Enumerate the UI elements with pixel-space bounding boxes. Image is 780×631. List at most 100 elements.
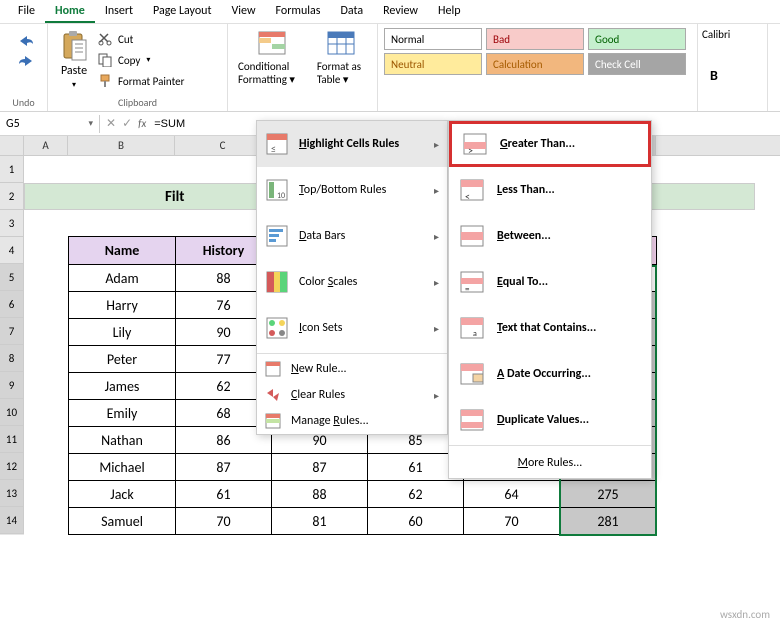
menu-item-new-rule-[interactable]: New Rule...	[257, 356, 447, 382]
submenu-item-greater-than-[interactable]: >Greater Than...	[449, 121, 651, 167]
row-header-10[interactable]: 10	[0, 399, 24, 426]
menu-item-highlight-cells-rules[interactable]: ≤Highlight Cells Rules▸	[257, 121, 447, 167]
style-neutral[interactable]: Neutral	[384, 53, 482, 75]
menu-item-manage-rules-[interactable]: Manage Rules...	[257, 408, 447, 434]
submenu-icon	[459, 408, 485, 432]
style-calculation[interactable]: Calculation	[486, 53, 584, 75]
submenu-item-a-date-occurring-[interactable]: A Date Occurring...	[449, 351, 651, 397]
format-as-table-button[interactable]: Format as Table ▾	[313, 28, 371, 88]
cell-name[interactable]: Emily	[69, 400, 176, 427]
submenu-more-rules[interactable]: More Rules...	[449, 448, 651, 478]
cell-name[interactable]: Lily	[69, 319, 176, 346]
cell-c3[interactable]: 81	[272, 508, 368, 535]
menu-data[interactable]: Data	[330, 0, 373, 23]
cell-c4[interactable]: 60	[368, 508, 464, 535]
menu-view[interactable]: View	[221, 0, 265, 23]
submenu-item-equal-to-[interactable]: =Equal To...	[449, 259, 651, 305]
menu-insert[interactable]: Insert	[95, 0, 143, 23]
row-header-5[interactable]: 5	[0, 264, 24, 291]
redo-button[interactable]	[16, 52, 36, 70]
paste-button[interactable]: Paste ▾	[54, 26, 94, 109]
menu-item-data-bars[interactable]: Data Bars▸	[257, 213, 447, 259]
cell-history[interactable]: 70	[176, 508, 272, 535]
menu-item-icon-sets[interactable]: Icon Sets▸	[257, 305, 447, 351]
cell-c4[interactable]: 62	[368, 481, 464, 508]
fx-icon[interactable]: fx	[138, 117, 146, 130]
svg-text:<: <	[465, 190, 470, 202]
cell-c3[interactable]: 88	[272, 481, 368, 508]
font-name-selector[interactable]: Calibri	[702, 28, 763, 41]
row-header-2[interactable]: 2	[0, 183, 24, 210]
row-header-14[interactable]: 14	[0, 507, 24, 534]
cell-name[interactable]: James	[69, 373, 176, 400]
cell-name[interactable]: Nathan	[69, 427, 176, 454]
menu-item-top-bottom-rules[interactable]: 10Top/Bottom Rules▸	[257, 167, 447, 213]
fx-cancel-icon[interactable]: ✕	[106, 116, 116, 131]
cell-history[interactable]: 61	[176, 481, 272, 508]
table-row: Jack61886264275	[69, 481, 657, 508]
col-header-b[interactable]: B	[68, 136, 175, 155]
menu-review[interactable]: Review	[373, 0, 428, 23]
style-good[interactable]: Good	[588, 28, 686, 50]
row-header-4[interactable]: 4	[0, 237, 24, 264]
submenu-label: More Rules...	[518, 456, 583, 470]
group-undo-label: Undo	[12, 96, 34, 109]
cell-total[interactable]: 281	[560, 508, 657, 535]
bold-button[interactable]: B	[702, 63, 763, 88]
cell-name[interactable]: Adam	[69, 265, 176, 292]
row-header-7[interactable]: 7	[0, 318, 24, 345]
menu-item-clear-rules[interactable]: Clear Rules▸	[257, 382, 447, 408]
cell-history[interactable]: 87	[176, 454, 272, 481]
chevron-right-icon: ▸	[434, 230, 439, 243]
chevron-down-icon[interactable]: ▾	[88, 118, 93, 129]
cell-name[interactable]: Peter	[69, 346, 176, 373]
row-header-6[interactable]: 6	[0, 291, 24, 318]
cell-c5[interactable]: 70	[464, 508, 560, 535]
name-box[interactable]: G5 ▾	[0, 115, 100, 133]
menu-item-color-scales[interactable]: Color Scales▸	[257, 259, 447, 305]
ribbon: Undo Paste ▾ Cut Copy ▾ Format Painter C…	[0, 24, 780, 112]
submenu-item-between-[interactable]: Between...	[449, 213, 651, 259]
row-header-11[interactable]: 11	[0, 426, 24, 453]
cell-c5[interactable]: 64	[464, 481, 560, 508]
submenu-icon	[459, 224, 485, 248]
style-normal[interactable]: Normal	[384, 28, 482, 50]
row-header-1[interactable]: 1	[0, 156, 24, 183]
cell-c3[interactable]: 87	[272, 454, 368, 481]
menu-file[interactable]: File	[8, 0, 45, 23]
format-painter-button[interactable]: Format Painter	[94, 72, 188, 90]
row-header-3[interactable]: 3	[0, 210, 24, 237]
style-bad[interactable]: Bad	[486, 28, 584, 50]
submenu-item-less-than-[interactable]: <Less Than...	[449, 167, 651, 213]
cell-total[interactable]: 275	[560, 481, 657, 508]
fx-confirm-icon[interactable]: ✓	[122, 116, 132, 131]
menu-help[interactable]: Help	[428, 0, 471, 23]
row-header-8[interactable]: 8	[0, 345, 24, 372]
menu-formulas[interactable]: Formulas	[266, 0, 331, 23]
menu-page-layout[interactable]: Page Layout	[143, 0, 221, 23]
cut-button[interactable]: Cut	[94, 30, 188, 48]
menu-home[interactable]: Home	[45, 0, 95, 23]
style-check-cell[interactable]: Check Cell	[588, 53, 686, 75]
table-row: Samuel70816070281	[69, 508, 657, 535]
row-header-13[interactable]: 13	[0, 480, 24, 507]
row-header-9[interactable]: 9	[0, 372, 24, 399]
copy-button[interactable]: Copy ▾	[94, 51, 188, 69]
row-header-12[interactable]: 12	[0, 453, 24, 480]
col-header-a[interactable]: A	[24, 136, 68, 155]
chevron-right-icon: ▸	[434, 389, 439, 402]
cell-name[interactable]: Michael	[69, 454, 176, 481]
menu-icon	[265, 387, 281, 403]
undo-button[interactable]	[16, 32, 36, 50]
select-all-corner[interactable]	[0, 136, 24, 155]
cell-name[interactable]: Samuel	[69, 508, 176, 535]
submenu-item-duplicate-values-[interactable]: Duplicate Values...	[449, 397, 651, 443]
th-name[interactable]: Name	[69, 237, 176, 265]
menu-label: Manage Rules...	[291, 414, 439, 428]
cell-name[interactable]: Jack	[69, 481, 176, 508]
submenu-item-text-that-contains-[interactable]: aText that Contains...	[449, 305, 651, 351]
cell-name[interactable]: Harry	[69, 292, 176, 319]
svg-text:10: 10	[277, 191, 285, 201]
submenu-label: Text that Contains...	[497, 321, 641, 335]
conditional-formatting-button[interactable]: Conditional Formatting ▾	[234, 28, 313, 88]
